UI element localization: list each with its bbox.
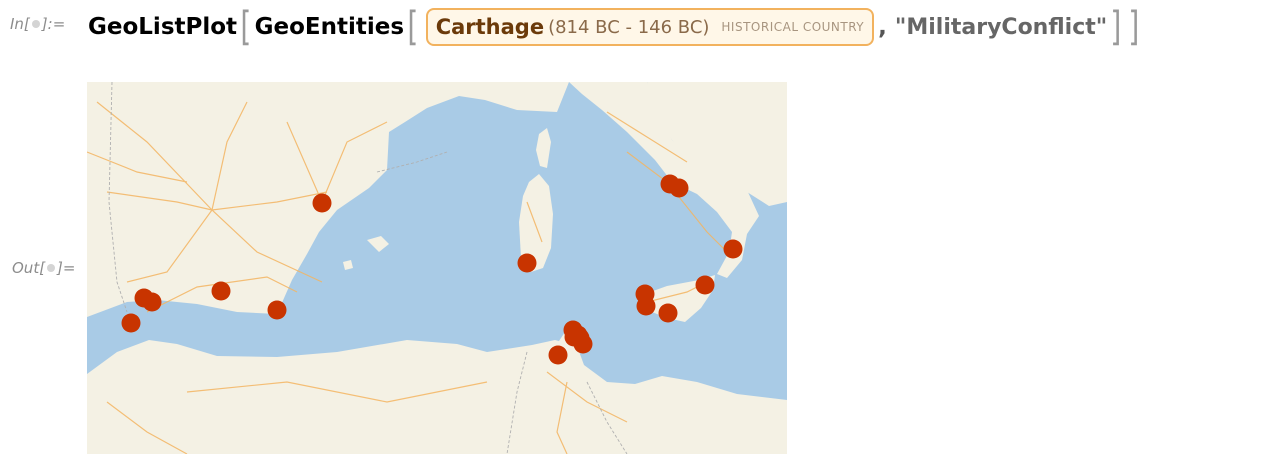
open-bracket-inner: [ — [407, 4, 419, 50]
conflict-point[interactable] — [312, 193, 332, 213]
conflict-point[interactable] — [723, 239, 743, 259]
close-bracket-outer: ] — [1128, 4, 1140, 50]
cell-number-placeholder — [47, 264, 56, 272]
conflict-point[interactable] — [658, 303, 678, 323]
conflict-point[interactable] — [142, 292, 162, 312]
conflict-point[interactable] — [695, 275, 715, 295]
conflict-point[interactable] — [548, 345, 568, 365]
input-code[interactable]: GeoListPlot [ GeoEntities [ Carthage (81… — [88, 6, 1142, 48]
conflict-point[interactable] — [121, 313, 141, 333]
function-geoentities: GeoEntities — [254, 14, 405, 40]
string-argument: "MilitaryConflict" — [894, 14, 1108, 40]
entity-name: Carthage — [435, 15, 545, 39]
entity-frame[interactable]: Carthage (814 BC - 146 BC) HISTORICAL CO… — [425, 8, 875, 46]
input-label-prefix: In[ — [10, 15, 30, 33]
entity-dates: (814 BC - 146 BC) — [548, 16, 710, 38]
conflict-point[interactable] — [564, 327, 584, 347]
cell-number-placeholder — [31, 20, 40, 28]
conflict-point[interactable] — [267, 300, 287, 320]
output-label-suffix: ]= — [57, 259, 76, 277]
input-label-suffix: ]:= — [41, 15, 66, 33]
open-bracket-outer: [ — [240, 4, 252, 50]
conflict-point[interactable] — [669, 178, 689, 198]
geo-map-output[interactable] — [87, 82, 787, 454]
conflict-point[interactable] — [517, 253, 537, 273]
output-label-prefix: Out[ — [12, 259, 46, 277]
entity-type: HISTORICAL COUNTRY — [721, 20, 865, 34]
input-cell-label: In[ ]:= — [10, 15, 65, 33]
close-bracket-inner: ] — [1110, 4, 1122, 50]
function-geolistplot: GeoListPlot — [88, 14, 238, 40]
argument-separator: , — [878, 14, 887, 40]
conflict-point[interactable] — [636, 296, 656, 316]
conflict-point[interactable] — [211, 281, 231, 301]
output-cell-label: Out[ ]= — [12, 259, 75, 277]
map-svg — [87, 82, 787, 454]
